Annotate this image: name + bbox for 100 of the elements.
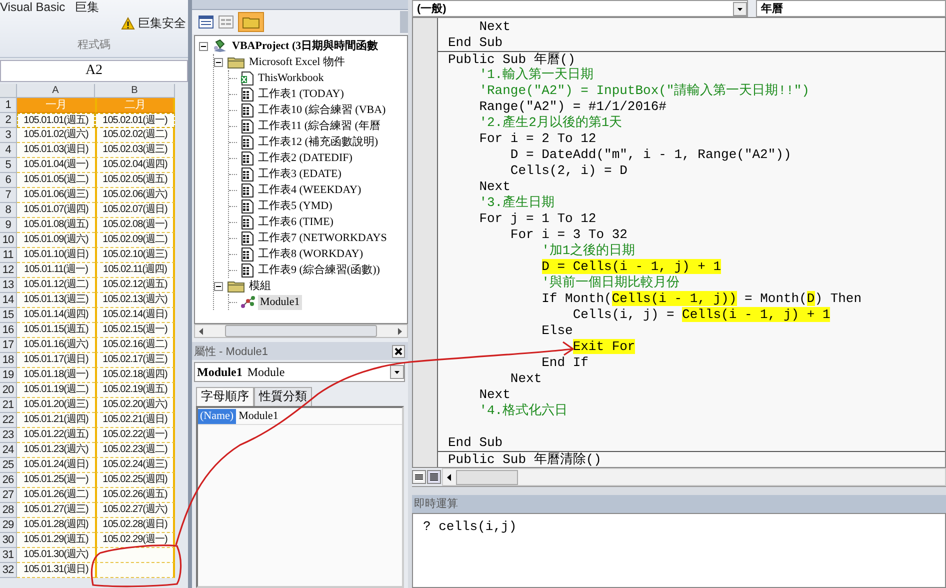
- left-arrow-icon[interactable]: [447, 474, 452, 480]
- row-header[interactable]: 23: [0, 428, 17, 443]
- tree-item[interactable]: 工作表3 (EDATE): [256, 166, 344, 182]
- row-header[interactable]: 16: [0, 323, 17, 338]
- property-value[interactable]: Module1: [236, 409, 278, 424]
- scrollbar-thumb[interactable]: [456, 470, 518, 484]
- tab[interactable]: 字母順序: [196, 387, 254, 406]
- collapse-icon[interactable]: [199, 42, 208, 50]
- table-cell: 105.01.22(週五): [17, 428, 95, 443]
- tree-item[interactable]: 工作表6 (TIME): [256, 214, 336, 230]
- tree-item[interactable]: 工作表4 (WEEKDAY): [256, 182, 364, 198]
- row-header[interactable]: 11: [0, 248, 17, 263]
- row-header[interactable]: 5: [0, 158, 17, 173]
- collapse-icon[interactable]: [214, 58, 223, 66]
- row-header[interactable]: 18: [0, 353, 17, 368]
- document-icon: [240, 246, 254, 262]
- row-header[interactable]: 7: [0, 188, 17, 203]
- dropdown[interactable]: (一般): [412, 0, 748, 17]
- tree-item[interactable]: 工作表2 (DATEDIF): [256, 150, 354, 166]
- tree-item[interactable]: 工作表9 (綜合練習(函數)): [256, 262, 382, 278]
- tree-item[interactable]: Module1: [258, 294, 302, 310]
- tree-item[interactable]: 工作表12 (補充函數說明): [256, 134, 380, 150]
- table-cell: 105.02.16(週二): [95, 338, 175, 353]
- row-header[interactable]: 3: [0, 128, 17, 143]
- close-icon[interactable]: [392, 344, 405, 358]
- tree-item[interactable]: VBAProject (3日期與時間函數: [230, 38, 380, 54]
- tree-item[interactable]: 工作表1 (TODAY): [256, 86, 346, 102]
- table-cell: 105.02.28(週日): [95, 518, 175, 533]
- tree-item[interactable]: ThisWorkbook: [256, 70, 326, 86]
- ribbon-button[interactable]: Visual Basic: [0, 0, 66, 15]
- table-cell: 105.01.04(週一): [17, 158, 95, 173]
- tree-item[interactable]: 工作表7 (NETWORKDAYS: [256, 230, 389, 246]
- row-header[interactable]: 24: [0, 443, 17, 458]
- table-cell: 105.02.05(週五): [95, 173, 175, 188]
- row-header[interactable]: 31: [0, 548, 17, 563]
- table-cell: 105.02.22(週一): [95, 428, 175, 443]
- row-header[interactable]: 27: [0, 488, 17, 503]
- tab[interactable]: 性質分類: [254, 387, 312, 406]
- column-header[interactable]: B: [95, 84, 175, 98]
- row-header[interactable]: 17: [0, 338, 17, 353]
- row-header[interactable]: 20: [0, 383, 17, 398]
- procedure-view-icon[interactable]: [412, 470, 426, 484]
- row-header[interactable]: 21: [0, 398, 17, 413]
- object-dropdown[interactable]: Module1 Module: [194, 362, 405, 382]
- toolbar-overflow-handle[interactable]: [400, 11, 408, 33]
- document-icon: [240, 118, 254, 134]
- row-header[interactable]: 10: [0, 233, 17, 248]
- row-header[interactable]: 6: [0, 173, 17, 188]
- property-name[interactable]: (Name): [198, 409, 236, 424]
- row-header[interactable]: 13: [0, 278, 17, 293]
- row-header[interactable]: 1: [0, 98, 17, 113]
- table-cell: 105.01.28(週四): [17, 518, 95, 533]
- row-header[interactable]: 26: [0, 473, 17, 488]
- full-module-view-icon[interactable]: [427, 470, 441, 484]
- name-box[interactable]: A2: [0, 60, 188, 82]
- tree-item[interactable]: 工作表11 (綜合練習 (年曆: [256, 118, 382, 134]
- table-cell: 105.01.03(週日): [17, 143, 95, 158]
- document-icon: [240, 182, 254, 198]
- column-header[interactable]: A: [17, 84, 95, 98]
- ribbon-button[interactable]: 巨集: [75, 0, 100, 15]
- row-header[interactable]: 29: [0, 518, 17, 533]
- tree-item[interactable]: 工作表8 (WORKDAY): [256, 246, 366, 262]
- row-header[interactable]: 4: [0, 143, 17, 158]
- table-cell: 105.02.11(週四): [95, 263, 175, 278]
- row-header[interactable]: 2: [0, 113, 17, 128]
- table-cell: 105.02.24(週三): [95, 458, 175, 473]
- row-header[interactable]: 15: [0, 308, 17, 323]
- right-arrow-icon[interactable]: [398, 328, 403, 334]
- code-line: Next: [478, 387, 512, 403]
- tree-item[interactable]: 工作表5 (YMD): [256, 198, 334, 214]
- tree-item[interactable]: 工作表10 (綜合練習 (VBA): [256, 102, 388, 118]
- horizontal-scrollbar[interactable]: [194, 324, 408, 338]
- code-line: '加1之後的日期: [540, 243, 636, 259]
- table-cell: 105.01.12(週二): [17, 278, 95, 293]
- row-header[interactable]: 30: [0, 533, 17, 548]
- folder-icon: [242, 15, 260, 29]
- row-header[interactable]: 28: [0, 503, 17, 518]
- form-icon[interactable]: [198, 15, 214, 29]
- collapse-icon[interactable]: [214, 282, 223, 290]
- table-cell: 105.01.19(週二): [17, 383, 95, 398]
- spreadsheet-icon: [240, 70, 254, 86]
- tree-item[interactable]: 模組: [247, 278, 273, 294]
- row-header[interactable]: 8: [0, 203, 17, 218]
- document-icon: [240, 214, 254, 230]
- horizontal-scrollbar[interactable]: [442, 468, 946, 486]
- row-header[interactable]: 12: [0, 263, 17, 278]
- folder-button[interactable]: [238, 12, 264, 32]
- dropdown[interactable]: 年曆: [756, 0, 946, 17]
- row-header[interactable]: 22: [0, 413, 17, 428]
- tree-item[interactable]: Microsoft Excel 物件: [247, 54, 347, 70]
- left-arrow-icon[interactable]: [199, 328, 204, 334]
- row-header[interactable]: 25: [0, 458, 17, 473]
- row-header[interactable]: 19: [0, 368, 17, 383]
- row-header[interactable]: 14: [0, 293, 17, 308]
- folder-icon: [227, 279, 245, 293]
- table-cell: 105.01.15(週五): [17, 323, 95, 338]
- macro-security-button[interactable]: 巨集安全: [138, 14, 186, 32]
- scrollbar-thumb[interactable]: [225, 325, 377, 337]
- row-header[interactable]: 9: [0, 218, 17, 233]
- row-header[interactable]: 32: [0, 563, 17, 578]
